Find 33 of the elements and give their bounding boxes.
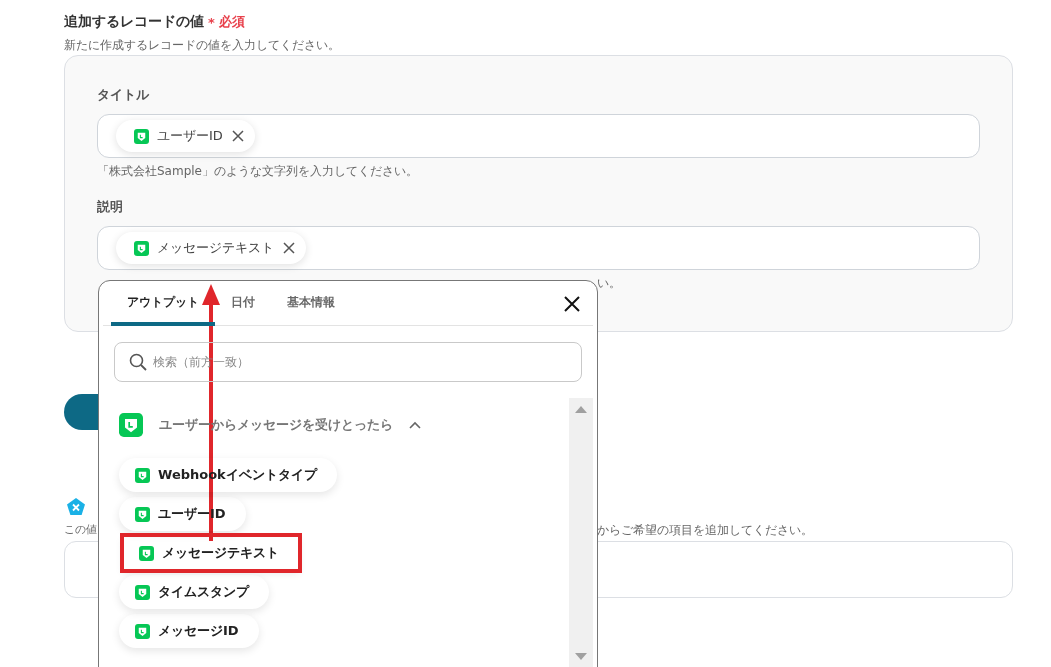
field-label: タイトル bbox=[97, 86, 150, 104]
chat-app-icon bbox=[139, 545, 154, 561]
input-field[interactable]: メッセージテキスト bbox=[97, 226, 980, 270]
chat-app-icon bbox=[135, 506, 150, 522]
field-hint: 「株式会社Sample」のような文字列を入力してください。 bbox=[97, 163, 419, 179]
required-label: 必須 bbox=[218, 13, 245, 31]
field-label: 説明 bbox=[97, 198, 124, 216]
chat-app-icon bbox=[134, 128, 149, 144]
variable-chip[interactable]: ユーザーID bbox=[116, 120, 255, 152]
section-hint: からご希望の項目を追加してください。 bbox=[597, 522, 813, 538]
tab[interactable]: 基本情報 bbox=[271, 295, 351, 326]
variable-chip[interactable]: メッセージテキスト bbox=[116, 232, 306, 264]
close-icon[interactable] bbox=[282, 241, 296, 255]
chevron-up-icon bbox=[409, 421, 421, 429]
tab[interactable]: 日付 bbox=[215, 295, 271, 326]
section-title: 追加するレコードの値 bbox=[64, 13, 204, 31]
section-description: 新たに作成するレコードの値を入力してください。 bbox=[64, 37, 341, 52]
required-asterisk: * bbox=[208, 14, 215, 30]
chat-app-icon bbox=[119, 413, 143, 437]
chat-app-icon bbox=[134, 240, 149, 256]
app-logo-icon bbox=[66, 497, 86, 517]
output-item[interactable]: タイムスタンプ bbox=[119, 575, 269, 609]
output-item[interactable]: メッセージID bbox=[119, 614, 259, 648]
chat-app-icon bbox=[135, 584, 150, 600]
section-hint: この値 bbox=[64, 522, 97, 538]
output-item[interactable]: メッセージテキスト bbox=[123, 536, 299, 570]
chat-app-icon bbox=[135, 623, 150, 639]
tab[interactable]: アウトプット bbox=[111, 295, 215, 326]
chat-app-icon bbox=[135, 467, 150, 483]
field-hint: い。 bbox=[597, 275, 622, 291]
search-icon bbox=[129, 353, 147, 371]
close-icon[interactable] bbox=[230, 129, 245, 143]
input-field[interactable]: ユーザーID bbox=[97, 114, 980, 158]
